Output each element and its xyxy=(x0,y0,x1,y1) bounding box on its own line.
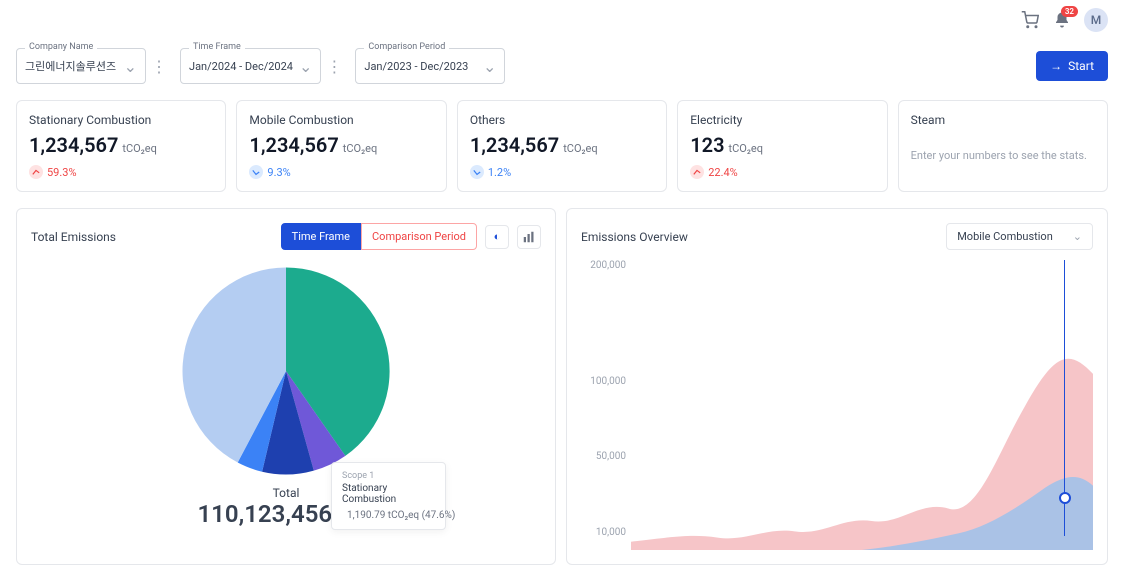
tooltip-scope: Scope 1 xyxy=(342,471,435,481)
card-unit: tCO₂eq xyxy=(122,142,156,155)
stat-card: Others 1,234,567 tCO₂eq 1.2% xyxy=(457,100,667,192)
timeframe-value: Jan/2024 - Dec/2024 xyxy=(189,60,293,73)
trend-down-icon xyxy=(249,165,263,179)
start-button[interactable]: → Start xyxy=(1036,51,1108,81)
trend-up-icon xyxy=(29,165,43,179)
trend-value: 1.2% xyxy=(488,166,511,179)
stat-card: Electricity 123 tCO₂eq 22.4% xyxy=(677,100,887,192)
pie-chart xyxy=(171,256,401,486)
toggle-timeframe[interactable]: Time Frame xyxy=(281,223,361,250)
chevron-down-icon: ⌄ xyxy=(299,57,312,76)
comparison-value: Jan/2023 - Dec/2023 xyxy=(364,60,468,73)
trend: 9.3% xyxy=(249,165,433,179)
more-icon[interactable]: ⋮ xyxy=(323,48,345,84)
stat-card: Mobile Combustion 1,234,567 tCO₂eq 9.3% xyxy=(236,100,446,192)
comparison-select[interactable]: Comparison Period Jan/2023 - Dec/2023 ⌄ xyxy=(355,48,505,84)
notification-badge: 32 xyxy=(1061,6,1078,17)
timeframe-label: Time Frame xyxy=(189,42,245,52)
trend: 1.2% xyxy=(470,165,654,179)
card-unit: tCO₂eq xyxy=(343,142,377,155)
overview-select[interactable]: Mobile Combustion ⌄ xyxy=(946,223,1093,250)
company-select[interactable]: Company Name 그린에너지솔루션즈 ⌄ xyxy=(16,48,146,84)
pie-chart-icon[interactable]: ◐ xyxy=(485,225,509,249)
start-label: Start xyxy=(1068,59,1094,73)
trend-down-icon xyxy=(470,165,484,179)
card-empty-text: Enter your numbers to see the stats. xyxy=(911,149,1095,162)
card-value: 123 xyxy=(690,133,724,157)
trend: 22.4% xyxy=(690,165,874,179)
timeframe-select[interactable]: Time Frame Jan/2024 - Dec/2024 ⌄ xyxy=(180,48,321,84)
comparison-label: Comparison Period xyxy=(364,42,449,52)
trend-value: 9.3% xyxy=(267,166,290,179)
card-value: 1,234,567 xyxy=(29,133,118,157)
chevron-down-icon: ⌄ xyxy=(483,57,496,76)
y-axis: 200,000 100,000 50,000 10,000 xyxy=(586,260,626,550)
marker-dot xyxy=(1059,492,1071,504)
bell-icon[interactable]: 32 xyxy=(1052,10,1072,30)
tooltip-value: 1,190.79 tCO₂eq (47.6%) xyxy=(347,510,455,521)
chevron-down-icon: ⌄ xyxy=(1073,230,1082,243)
stat-card: Steam Enter your numbers to see the stats… xyxy=(898,100,1108,192)
trend-value: 59.3% xyxy=(47,166,77,179)
trend-up-icon xyxy=(690,165,704,179)
card-title: Steam xyxy=(911,113,1095,127)
total-label: Total xyxy=(273,486,300,500)
card-title: Electricity xyxy=(690,113,874,127)
card-value: 1,234,567 xyxy=(249,133,338,157)
card-unit: tCO₂eq xyxy=(729,142,763,155)
area-chart xyxy=(631,260,1093,550)
total-emissions-title: Total Emissions xyxy=(31,230,273,244)
trend-value: 22.4% xyxy=(708,166,738,179)
card-title: Mobile Combustion xyxy=(249,113,433,127)
overview-select-value: Mobile Combustion xyxy=(957,230,1053,243)
trend: 59.3% xyxy=(29,165,213,179)
arrow-right-icon: → xyxy=(1050,59,1062,73)
company-value: 그린에너지솔루션즈 xyxy=(25,58,116,74)
total-value: 110,123,456 xyxy=(197,500,332,528)
toggle-comparison[interactable]: Comparison Period xyxy=(361,223,477,250)
card-value: 1,234,567 xyxy=(470,133,559,157)
tooltip-category: Stationary Combustion xyxy=(342,483,435,505)
avatar[interactable]: M xyxy=(1084,8,1108,32)
card-unit: tCO₂eq xyxy=(563,142,597,155)
card-title: Stationary Combustion xyxy=(29,113,213,127)
company-label: Company Name xyxy=(25,42,97,52)
card-title: Others xyxy=(470,113,654,127)
chevron-down-icon: ⌄ xyxy=(124,57,137,76)
overview-title: Emissions Overview xyxy=(581,230,938,244)
cart-icon[interactable] xyxy=(1020,10,1040,30)
bar-chart-icon[interactable] xyxy=(517,225,541,249)
more-icon[interactable]: ⋮ xyxy=(148,48,170,84)
stat-card: Stationary Combustion 1,234,567 tCO₂eq 59.3… xyxy=(16,100,226,192)
pie-tooltip: Scope 1 Stationary Combustion 1,190.79 t… xyxy=(331,462,446,530)
